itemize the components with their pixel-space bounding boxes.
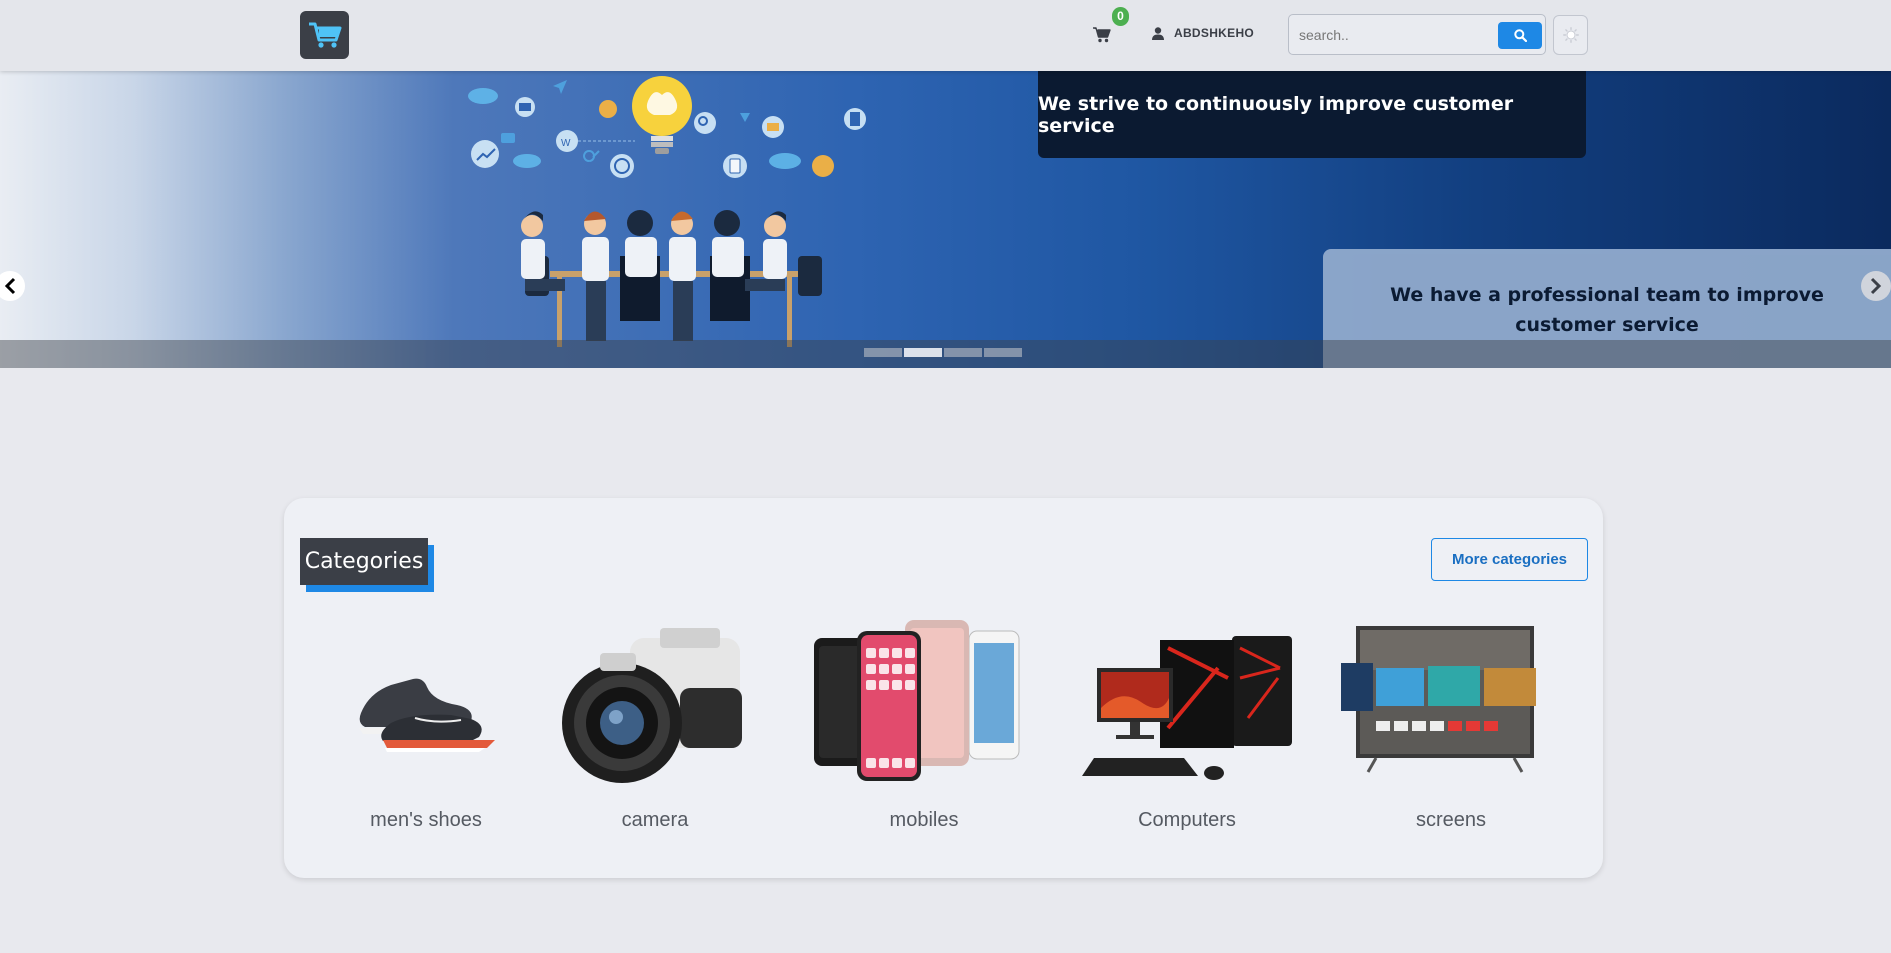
- top-navbar: 0 ABDSHKEHO: [0, 0, 1891, 71]
- carousel-dot-3[interactable]: [944, 348, 982, 357]
- svg-text:W: W: [561, 138, 571, 149]
- carousel-dot-4[interactable]: [984, 348, 1022, 357]
- category-label: Computers: [1138, 809, 1236, 831]
- cart-count-badge: 0: [1112, 7, 1129, 26]
- search-button[interactable]: [1498, 22, 1542, 49]
- category-card-mobiles[interactable]: mobiles: [809, 618, 1039, 848]
- carousel-prev-button[interactable]: [0, 271, 25, 301]
- cart-icon: [1093, 27, 1111, 43]
- team-people: [521, 210, 822, 347]
- user-icon: [1152, 26, 1164, 40]
- user-name: ABDSHKEHO: [1174, 26, 1255, 40]
- categories-panel: Categories More categories men's shoes c…: [284, 498, 1603, 878]
- search-icon: [1513, 29, 1527, 42]
- computer-image: [1082, 636, 1292, 780]
- categories-heading: Categories: [300, 538, 434, 592]
- team-meeting-illustration: W: [468, 76, 866, 347]
- more-categories-button[interactable]: More categories: [1431, 538, 1588, 581]
- carousel-next-button[interactable]: [1861, 271, 1891, 301]
- category-label: camera: [621, 809, 689, 831]
- carousel-dot-1[interactable]: [864, 348, 902, 357]
- category-card-camera[interactable]: camera: [540, 618, 770, 848]
- search-box: [1288, 14, 1546, 55]
- hero-caption-top: We strive to continuously improve custom…: [1038, 71, 1586, 158]
- mobiles-image: [814, 620, 1020, 781]
- shoes-image: [359, 678, 495, 752]
- theme-toggle-button[interactable]: [1553, 15, 1588, 55]
- tv-screen-image: [1341, 626, 1536, 773]
- chevron-left-icon: [4, 277, 16, 295]
- hero-carousel: W We strive to continuously improve cust…: [0, 71, 1891, 368]
- lightbulb-icon: [632, 76, 692, 154]
- cart-button[interactable]: [1090, 22, 1116, 48]
- search-input[interactable]: [1299, 24, 1479, 46]
- shopping-cart-logo[interactable]: [300, 11, 349, 59]
- chevron-right-icon: [1870, 277, 1882, 295]
- category-card-computers[interactable]: Computers: [1072, 618, 1302, 848]
- camera-image: [562, 628, 742, 783]
- category-label: screens: [1415, 809, 1487, 831]
- sun-icon: [1562, 27, 1579, 43]
- carousel-indicators: [864, 348, 1022, 357]
- carousel-dot-2[interactable]: [904, 348, 942, 357]
- category-card-mens-shoes[interactable]: men's shoes: [311, 618, 541, 848]
- category-label: mobiles: [889, 809, 959, 831]
- user-menu[interactable]: ABDSHKEHO: [1152, 26, 1254, 40]
- category-label: men's shoes: [370, 809, 482, 831]
- category-card-screens[interactable]: screens: [1336, 618, 1566, 848]
- categories-title: Categories: [300, 538, 428, 585]
